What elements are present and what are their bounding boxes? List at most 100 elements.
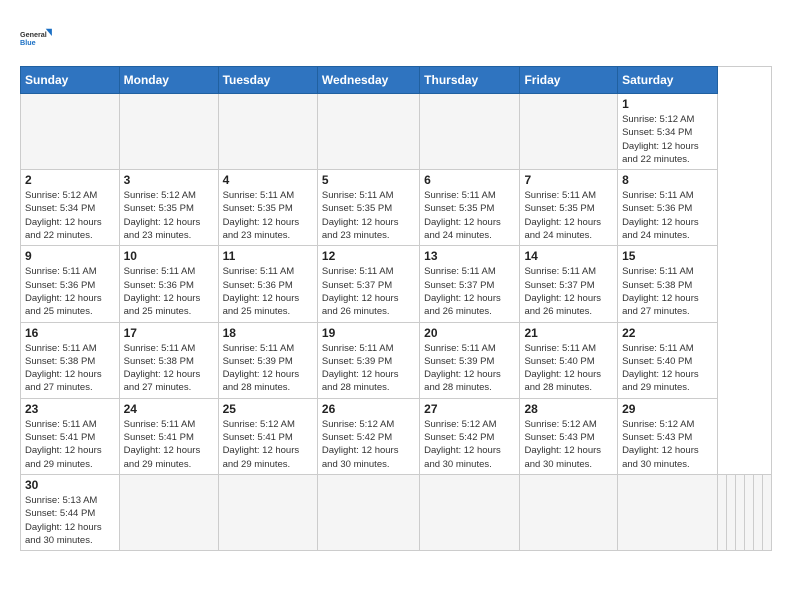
day-info: Sunrise: 5:13 AM Sunset: 5:44 PM Dayligh…: [25, 494, 115, 547]
calendar-cell: 11Sunrise: 5:11 AM Sunset: 5:36 PM Dayli…: [218, 246, 317, 322]
weekday-header-row: SundayMondayTuesdayWednesdayThursdayFrid…: [21, 67, 772, 94]
day-number: 1: [622, 97, 713, 111]
calendar-cell-empty: [762, 474, 771, 550]
calendar-cell: 30 Sunrise: 5:13 AM Sunset: 5:44 PM Dayli…: [21, 474, 120, 550]
day-info: Sunrise: 5:11 AM Sunset: 5:36 PM Dayligh…: [223, 265, 313, 318]
weekday-header-friday: Friday: [520, 67, 618, 94]
day-info: Sunrise: 5:11 AM Sunset: 5:36 PM Dayligh…: [124, 265, 214, 318]
calendar-row-5: 30 Sunrise: 5:13 AM Sunset: 5:44 PM Dayli…: [21, 474, 772, 550]
day-info: Sunrise: 5:11 AM Sunset: 5:37 PM Dayligh…: [322, 265, 415, 318]
day-info: Sunrise: 5:12 AM Sunset: 5:42 PM Dayligh…: [322, 418, 415, 471]
calendar-cell: 15 Sunrise: 5:11 AM Sunset: 5:38 PM Dayli…: [618, 246, 718, 322]
logo: GeneralBlue: [20, 20, 56, 56]
page-header: GeneralBlue: [20, 20, 772, 56]
day-info: Sunrise: 5:11 AM Sunset: 5:38 PM Dayligh…: [25, 342, 115, 395]
day-info: Sunrise: 5:12 AM Sunset: 5:42 PM Dayligh…: [424, 418, 515, 471]
day-info: Sunrise: 5:11 AM Sunset: 5:38 PM Dayligh…: [622, 265, 713, 318]
day-info: Sunrise: 5:12 AM Sunset: 5:34 PM Dayligh…: [622, 113, 713, 166]
calendar-cell-empty: [753, 474, 762, 550]
calendar-cell: 1 Sunrise: 5:12 AM Sunset: 5:34 PM Daylig…: [618, 94, 718, 170]
day-number: 25: [223, 402, 313, 416]
day-info: Sunrise: 5:12 AM Sunset: 5:43 PM Dayligh…: [622, 418, 713, 471]
calendar-table: SundayMondayTuesdayWednesdayThursdayFrid…: [20, 66, 772, 551]
calendar-row-3: 16 Sunrise: 5:11 AM Sunset: 5:38 PM Dayli…: [21, 322, 772, 398]
day-info: Sunrise: 5:11 AM Sunset: 5:40 PM Dayligh…: [524, 342, 613, 395]
day-number: 4: [223, 173, 313, 187]
calendar-row-1: 2Sunrise: 5:12 AM Sunset: 5:34 PM Daylig…: [21, 170, 772, 246]
day-number: 15: [622, 249, 713, 263]
calendar-cell: 8 Sunrise: 5:11 AM Sunset: 5:36 PM Daylig…: [618, 170, 718, 246]
calendar-row-2: 9 Sunrise: 5:11 AM Sunset: 5:36 PM Daylig…: [21, 246, 772, 322]
calendar-cell: [420, 94, 520, 170]
calendar-cell: [618, 474, 718, 550]
calendar-cell: 5Sunrise: 5:11 AM Sunset: 5:35 PM Daylig…: [317, 170, 419, 246]
calendar-row-0: 1 Sunrise: 5:12 AM Sunset: 5:34 PM Daylig…: [21, 94, 772, 170]
day-number: 9: [25, 249, 115, 263]
day-info: Sunrise: 5:11 AM Sunset: 5:35 PM Dayligh…: [223, 189, 313, 242]
calendar-cell: [520, 94, 618, 170]
day-number: 20: [424, 326, 515, 340]
day-info: Sunrise: 5:11 AM Sunset: 5:35 PM Dayligh…: [424, 189, 515, 242]
day-number: 10: [124, 249, 214, 263]
calendar-cell: 6Sunrise: 5:11 AM Sunset: 5:35 PM Daylig…: [420, 170, 520, 246]
calendar-cell: [317, 474, 419, 550]
calendar-cell: [218, 474, 317, 550]
calendar-cell-empty: [735, 474, 744, 550]
calendar-cell: 22Sunrise: 5:11 AM Sunset: 5:40 PM Dayli…: [618, 322, 718, 398]
day-info: Sunrise: 5:12 AM Sunset: 5:43 PM Dayligh…: [524, 418, 613, 471]
logo-icon: GeneralBlue: [20, 20, 56, 56]
day-number: 29: [622, 402, 713, 416]
day-number: 5: [322, 173, 415, 187]
day-number: 16: [25, 326, 115, 340]
calendar-cell: 16 Sunrise: 5:11 AM Sunset: 5:38 PM Dayli…: [21, 322, 120, 398]
day-info: Sunrise: 5:11 AM Sunset: 5:40 PM Dayligh…: [622, 342, 713, 395]
weekday-header-saturday: Saturday: [618, 67, 718, 94]
day-number: 2: [25, 173, 115, 187]
calendar-cell: 17 Sunrise: 5:11 AM Sunset: 5:38 PM Dayli…: [119, 322, 218, 398]
calendar-cell: 7Sunrise: 5:11 AM Sunset: 5:35 PM Daylig…: [520, 170, 618, 246]
calendar-cell: 27 Sunrise: 5:12 AM Sunset: 5:42 PM Dayli…: [420, 398, 520, 474]
day-number: 27: [424, 402, 515, 416]
svg-text:General: General: [20, 30, 47, 39]
calendar-cell: 26Sunrise: 5:12 AM Sunset: 5:42 PM Dayli…: [317, 398, 419, 474]
weekday-header-wednesday: Wednesday: [317, 67, 419, 94]
calendar-cell: 2Sunrise: 5:12 AM Sunset: 5:34 PM Daylig…: [21, 170, 120, 246]
day-info: Sunrise: 5:11 AM Sunset: 5:37 PM Dayligh…: [524, 265, 613, 318]
day-number: 21: [524, 326, 613, 340]
day-info: Sunrise: 5:11 AM Sunset: 5:36 PM Dayligh…: [622, 189, 713, 242]
day-number: 8: [622, 173, 713, 187]
calendar-cell: 28Sunrise: 5:12 AM Sunset: 5:43 PM Dayli…: [520, 398, 618, 474]
calendar-cell: 23Sunrise: 5:11 AM Sunset: 5:41 PM Dayli…: [21, 398, 120, 474]
day-number: 18: [223, 326, 313, 340]
weekday-header-sunday: Sunday: [21, 67, 120, 94]
day-number: 30: [25, 478, 115, 492]
day-info: Sunrise: 5:11 AM Sunset: 5:39 PM Dayligh…: [424, 342, 515, 395]
calendar-cell: 4 Sunrise: 5:11 AM Sunset: 5:35 PM Daylig…: [218, 170, 317, 246]
day-info: Sunrise: 5:11 AM Sunset: 5:39 PM Dayligh…: [223, 342, 313, 395]
day-info: Sunrise: 5:11 AM Sunset: 5:39 PM Dayligh…: [322, 342, 415, 395]
calendar-cell: 18 Sunrise: 5:11 AM Sunset: 5:39 PM Dayli…: [218, 322, 317, 398]
calendar-row-4: 23Sunrise: 5:11 AM Sunset: 5:41 PM Dayli…: [21, 398, 772, 474]
day-info: Sunrise: 5:11 AM Sunset: 5:38 PM Dayligh…: [124, 342, 214, 395]
calendar-cell: [119, 94, 218, 170]
calendar-cell: [317, 94, 419, 170]
day-number: 7: [524, 173, 613, 187]
calendar-cell-empty: [717, 474, 726, 550]
calendar-cell: 10 Sunrise: 5:11 AM Sunset: 5:36 PM Dayli…: [119, 246, 218, 322]
day-number: 17: [124, 326, 214, 340]
calendar-cell: 13 Sunrise: 5:11 AM Sunset: 5:37 PM Dayli…: [420, 246, 520, 322]
day-number: 13: [424, 249, 515, 263]
calendar-cell: 9 Sunrise: 5:11 AM Sunset: 5:36 PM Daylig…: [21, 246, 120, 322]
calendar-cell: 21 Sunrise: 5:11 AM Sunset: 5:40 PM Dayli…: [520, 322, 618, 398]
calendar-cell: 20 Sunrise: 5:11 AM Sunset: 5:39 PM Dayli…: [420, 322, 520, 398]
calendar-cell: [119, 474, 218, 550]
calendar-cell: 29 Sunrise: 5:12 AM Sunset: 5:43 PM Dayli…: [618, 398, 718, 474]
calendar-cell: 25Sunrise: 5:12 AM Sunset: 5:41 PM Dayli…: [218, 398, 317, 474]
svg-text:Blue: Blue: [20, 38, 36, 47]
day-info: Sunrise: 5:11 AM Sunset: 5:37 PM Dayligh…: [424, 265, 515, 318]
calendar-cell: [420, 474, 520, 550]
day-info: Sunrise: 5:11 AM Sunset: 5:36 PM Dayligh…: [25, 265, 115, 318]
calendar-cell: 24Sunrise: 5:11 AM Sunset: 5:41 PM Dayli…: [119, 398, 218, 474]
calendar-cell: [21, 94, 120, 170]
day-number: 23: [25, 402, 115, 416]
